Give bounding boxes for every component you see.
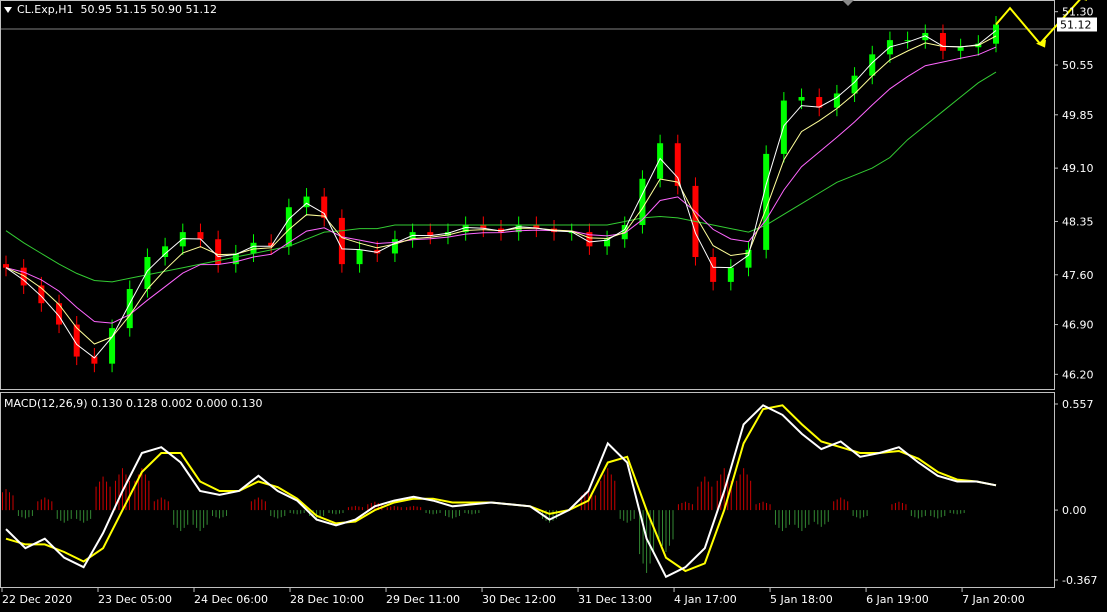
ohlc-values: 50.95 51.15 50.90 51.12 [80, 3, 217, 16]
macd-axis-label: 0.557 [1062, 398, 1094, 411]
candle-body [391, 239, 398, 254]
time-axis-label: 23 Dec 05:00 [98, 593, 172, 606]
price-axis-label: 47.60 [1062, 269, 1094, 282]
time-axis-label: 6 Jan 19:00 [866, 593, 929, 606]
macd-axis-label: 0.00 [1062, 504, 1087, 517]
time-axis-label: 7 Jan 20:00 [962, 593, 1025, 606]
current-price-label: 51.12 [1060, 18, 1092, 31]
price-axis-label: 48.35 [1062, 215, 1094, 228]
time-axis-label: 30 Dec 12:00 [482, 593, 556, 606]
price-axis-label: 49.85 [1062, 109, 1094, 122]
time-axis-label: 5 Jan 18:00 [770, 593, 833, 606]
macd-header: MACD(12,26,9) 0.130 0.128 0.002 0.000 0.… [4, 397, 263, 410]
dropdown-triangle-icon[interactable] [4, 7, 12, 13]
candle-body [939, 33, 946, 51]
symbol-header: CL.Exp,H1 50.95 51.15 50.90 51.12 [4, 3, 217, 16]
candle-body [3, 264, 9, 268]
price-axis-label: 50.55 [1062, 59, 1094, 72]
candle-body [356, 249, 363, 265]
candle-body [144, 257, 151, 290]
candle-body [674, 143, 681, 186]
candle-body [993, 24, 999, 44]
price-axis-label: 49.10 [1062, 162, 1094, 175]
candle-body [798, 97, 805, 101]
time-axis-label: 29 Dec 11:00 [386, 593, 460, 606]
candle-body [321, 196, 328, 218]
time-axis-label: 22 Dec 2020 [2, 593, 72, 606]
chart-canvas[interactable]: 51.30 50.55 49.85 49.10 48.35 47.60 46.90 46.20… [0, 0, 1107, 608]
candle-body [250, 242, 257, 254]
time-axis-label: 4 Jan 17:00 [674, 593, 737, 606]
price-axis-label: 46.90 [1062, 319, 1094, 332]
candle-body [710, 257, 717, 282]
time-axis-label: 28 Dec 10:00 [290, 593, 364, 606]
macd-axis-label: -0.367 [1062, 574, 1097, 587]
candle-body [285, 207, 292, 247]
candle-body [126, 289, 133, 329]
symbol-label: CL.Exp,H1 [17, 3, 74, 16]
price-axis-label: 51.30 [1062, 6, 1094, 19]
candle-body [727, 267, 734, 282]
time-axis-label: 31 Dec 13:00 [578, 593, 652, 606]
trading-terminal: 51.30 50.55 49.85 49.10 48.35 47.60 46.90 46.20… [0, 0, 1107, 608]
time-axis-label: 24 Dec 06:00 [194, 593, 268, 606]
candle-body [957, 47, 964, 51]
candle-body [338, 217, 345, 265]
candle-body [197, 232, 204, 240]
price-axis-label: 46.20 [1062, 368, 1094, 381]
